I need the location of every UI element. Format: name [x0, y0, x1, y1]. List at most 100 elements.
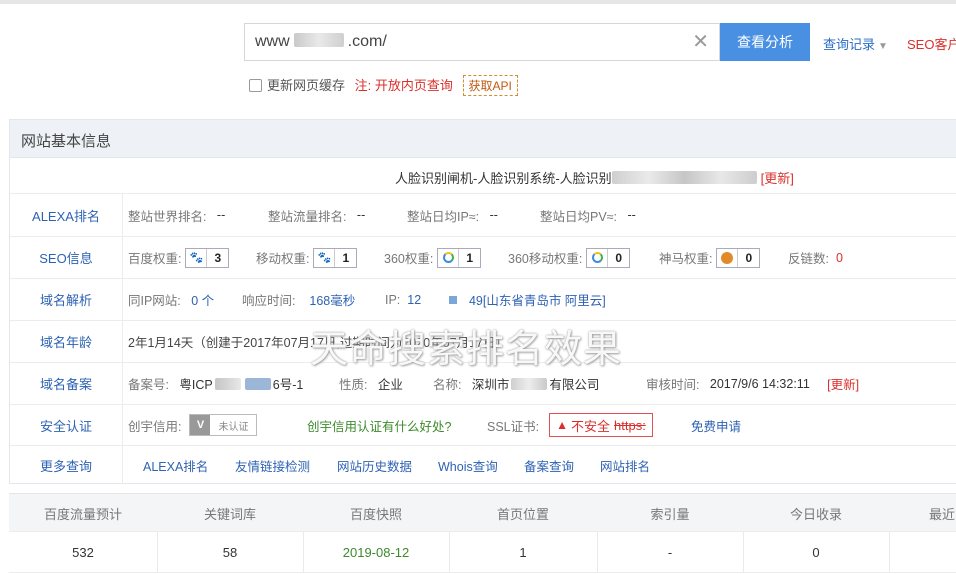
paw-icon: 🐾 — [186, 248, 208, 267]
more-queries-row: 更多查询 ALEXA排名 友情链接检测 网站历史数据 Whois查询 备案查询 … — [10, 446, 956, 484]
dns-row: 域名解析 同IP网站: 0 个 响应时间: 168毫秒 IP: 12 49[山东… — [10, 279, 956, 321]
baidu-traffic-value: 532 — [72, 544, 94, 560]
seo-client-link[interactable]: SEO客户 — [907, 34, 956, 53]
response-value: 168毫秒 — [309, 294, 356, 308]
whois-link[interactable]: Whois查询 — [438, 446, 498, 484]
chuangyu-credit: 创宇信用: V 未认证 — [128, 405, 258, 445]
site-info-panel: 网站基本信息 人脸识别闸机-人脸识别系统-人脸识别 [更新] ALEXA排名 整站… — [9, 119, 956, 484]
alexa-rank-link[interactable]: ALEXA排名 — [143, 446, 208, 484]
get-api-button[interactable]: 获取API — [462, 75, 518, 96]
ssl-insecure-badge[interactable]: ▲ 不安全 https: — [549, 413, 653, 437]
homepage-position-value: 1 — [519, 544, 527, 560]
weight-360-badge[interactable]: 1 — [437, 247, 482, 268]
ip-location-link[interactable]: 49[山东省青岛市 阿里云] — [469, 290, 606, 309]
security-label: 安全认证 — [10, 405, 123, 445]
backlinks-value[interactable]: 0 — [836, 251, 843, 265]
query-history-label: 查询记录 — [823, 37, 876, 52]
shenma-weight: 神马权重: 0 — [659, 237, 761, 278]
refresh-cache-checkbox[interactable] — [249, 79, 262, 92]
same-ip-sites: 同IP网站: 0 个 — [128, 279, 214, 320]
weight-360: 360权重: 1 — [384, 237, 482, 278]
alexa-label: ALEXA排名 — [10, 194, 123, 236]
note-label: 注: — [354, 78, 372, 93]
stats-header: 今日收录 — [789, 506, 842, 522]
ssl-cert: SSL证书: ▲ 不安全 https: — [487, 405, 653, 445]
shenma-weight-badge[interactable]: 0 — [716, 247, 761, 268]
icp-label: 域名备案 — [10, 363, 123, 404]
weight-360-mobile: 360移动权重: 0 — [508, 237, 631, 278]
keyword-count-value[interactable]: 58 — [157, 532, 303, 572]
redacted-text — [293, 33, 344, 47]
url-search-input[interactable]: www .com/ ✕ — [244, 23, 720, 61]
icp-update-link[interactable]: [更新] — [827, 374, 859, 393]
stats-header: 百度快照 — [349, 506, 402, 522]
today-indexed-value: 0 — [812, 544, 820, 560]
site-title: 人脸识别闸机-人脸识别系统-人脸识别 [更新] — [395, 171, 794, 186]
redacted-text — [448, 295, 457, 304]
open-inner-page-link[interactable]: 开放内页查询 — [375, 78, 453, 93]
daily-ip: 整站日均IP≈: -- — [407, 208, 498, 224]
more-queries-label: 更多查询 — [10, 446, 123, 484]
icp-number: 备案号: 粤ICP 6号-1 — [128, 378, 304, 392]
icp-audit-time: 审核时间: 2017/9/6 14:32:11 [更新] — [646, 363, 859, 404]
credit-benefits-link[interactable]: 创宇信用认证有什么好处? — [307, 405, 451, 445]
site-title-update-link[interactable]: [更新] — [761, 171, 794, 186]
friend-link-check-link[interactable]: 友情链接检测 — [235, 446, 310, 484]
dns-label: 域名解析 — [10, 279, 123, 320]
domain-age-label: 域名年龄 — [10, 321, 123, 362]
redacted-text — [611, 171, 757, 184]
stats-header: 百度流量预计 — [43, 506, 122, 522]
ring-360-icon — [587, 248, 609, 267]
mobile-weight: 移动权重: 🐾 1 — [256, 237, 358, 278]
top-border — [0, 0, 956, 4]
query-history-link[interactable]: 查询记录 ▼ — [823, 34, 888, 53]
icp-company-name: 名称: 深圳市 有限公司 — [433, 378, 600, 392]
ring-360-icon — [438, 248, 460, 267]
alexa-row: ALEXA排名 整站世界排名: -- 整站流量排名: -- 整站日均IP≈: -… — [10, 194, 956, 237]
world-rank: 整站世界排名: -- — [128, 208, 226, 224]
baidu-weight-badge[interactable]: 🐾 3 — [185, 247, 230, 268]
security-row: 安全认证 创宇信用: V 未认证 创宇信用认证有什么好处? SSL证书: ▲ 不安全… — [10, 405, 956, 446]
stats-header: 最近 — [929, 506, 956, 522]
domain-age-row: 域名年龄 2年1月14天（创建于2017年07月17日,过期时间为2020年07… — [10, 321, 956, 363]
redacted-text — [244, 378, 271, 390]
ip-address: IP: 12 49[山东省青岛市 阿里云] — [385, 279, 606, 320]
same-ip-link[interactable]: 0 个 — [191, 290, 214, 309]
redacted-text — [214, 378, 241, 390]
site-title-row: 人脸识别闸机-人脸识别系统-人脸识别 [更新] — [10, 157, 956, 194]
domain-age-value: 2年1月14天（创建于2017年07月17日,过期时间为2020年07月17日） — [128, 336, 509, 350]
backlinks: 反链数: 0 — [788, 250, 843, 267]
chevron-down-icon: ▼ — [878, 41, 888, 52]
daily-pv: 整站日均PV≈: -- — [540, 208, 636, 224]
mobile-weight-badge[interactable]: 🐾 1 — [313, 247, 358, 268]
stats-table-header: 百度流量预计 关键词库 百度快照 首页位置 索引量 今日收录 最近 — [9, 493, 956, 532]
free-apply-link[interactable]: 免费申请 — [691, 405, 741, 445]
baidu-snapshot-value[interactable]: 2019-08-12 — [303, 532, 449, 572]
icp-nature: 性质: 企业 — [339, 378, 403, 392]
verified-shield-icon: V — [190, 415, 211, 435]
stats-table-row: 532 58 2019-08-12 1 - 0 — [9, 531, 956, 573]
credit-badge[interactable]: V 未认证 — [189, 414, 258, 436]
close-icon[interactable]: ✕ — [692, 30, 709, 54]
refresh-options: 更新网页缓存 注: 开放内页查询 获取API — [249, 75, 518, 96]
refresh-cache-label: 更新网页缓存 — [267, 78, 346, 93]
paw-icon: 🐾 — [314, 248, 336, 267]
response-time: 响应时间: 168毫秒 — [242, 279, 355, 320]
weight-360-mobile-badge[interactable]: 0 — [586, 247, 631, 268]
stats-header: 索引量 — [650, 506, 690, 522]
warning-icon: ▲ — [556, 418, 568, 432]
stats-header: 首页位置 — [496, 506, 549, 522]
icp-query-link[interactable]: 备案查询 — [524, 446, 574, 484]
horse-icon — [717, 248, 739, 267]
baidu-weight: 百度权重: 🐾 3 — [128, 237, 230, 278]
seo-label: SEO信息 — [10, 237, 123, 278]
seo-row: SEO信息 百度权重: 🐾 3 移动权重: 🐾 1 360权重: 1 360移动权重… — [10, 237, 956, 279]
redacted-text — [511, 378, 548, 390]
site-rank-link[interactable]: 网站排名 — [600, 446, 650, 484]
panel-title: 网站基本信息 — [21, 133, 112, 150]
panel-header: 网站基本信息 — [10, 120, 956, 158]
index-count-value: - — [667, 544, 673, 560]
site-history-link[interactable]: 网站历史数据 — [337, 446, 412, 484]
analyze-button[interactable]: 查看分析 — [720, 23, 810, 61]
icp-row: 域名备案 备案号: 粤ICP 6号-1 性质: 企业 名称: 深圳市 有限公司 审核… — [10, 363, 956, 405]
